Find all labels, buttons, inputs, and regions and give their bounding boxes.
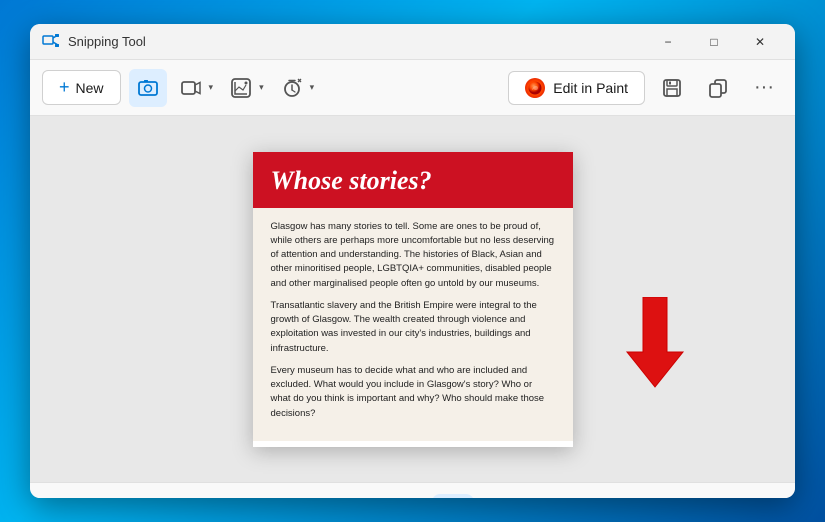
screenshot-header: Whose stories? [253, 152, 573, 208]
copy-button[interactable] [699, 69, 737, 107]
screenshot-body: Glasgow has many stories to tell. Some a… [253, 208, 573, 441]
redo-button[interactable] [582, 494, 624, 499]
save-button[interactable] [653, 69, 691, 107]
arrow-indicator [615, 297, 695, 402]
main-toolbar: + New ▾ [30, 60, 795, 116]
screenshot-preview: Whose stories? Glasgow has many stories … [253, 152, 573, 447]
paint-brush-icon [528, 81, 542, 95]
copy-icon [707, 77, 729, 99]
app-window: Snipping Tool − □ ✕ + New [30, 24, 795, 498]
plus-icon: + [59, 77, 70, 98]
timer-dropdown-arrow: ▾ [310, 82, 315, 93]
timer-button[interactable]: ▾ [276, 69, 319, 107]
highlighter-tool-button[interactable] [248, 494, 290, 499]
screenshot-mode-button[interactable] [129, 69, 167, 107]
freeform-icon [230, 77, 252, 99]
pen-tool-button[interactable] [202, 494, 244, 499]
edit-in-paint-label: Edit in Paint [553, 80, 628, 96]
screenshot-paragraph-1: Glasgow has many stories to tell. Some a… [271, 220, 555, 291]
title-bar-controls: − □ ✕ [645, 24, 783, 60]
video-dropdown-arrow: ▾ [209, 82, 214, 93]
text-extract-tool-button[interactable] [432, 494, 474, 499]
video-icon [180, 77, 202, 99]
eraser-tool-button[interactable] [294, 494, 336, 499]
undo-button[interactable] [536, 494, 578, 499]
more-options-button[interactable]: ··· [745, 69, 783, 107]
freeform-dropdown-arrow: ▾ [259, 82, 264, 93]
freeform-icon-area [225, 69, 257, 107]
save-icon [661, 77, 683, 99]
video-icon-area [175, 69, 207, 107]
screenshot-paragraph-3: Every museum has to decide what and who … [271, 364, 555, 421]
freeform-mode-button[interactable]: ▾ [225, 69, 268, 107]
toolbar-right: Edit in Paint ··· [508, 69, 783, 107]
crop-tool-button[interactable] [386, 494, 428, 499]
title-bar: Snipping Tool − □ ✕ [30, 24, 795, 60]
new-label: New [76, 80, 104, 96]
app-icon [42, 33, 60, 51]
camera-icon [137, 77, 159, 99]
timer-icon-area [276, 69, 308, 107]
minimize-button[interactable]: − [645, 24, 691, 60]
edit-in-paint-button[interactable]: Edit in Paint [508, 71, 645, 105]
window-title: Snipping Tool [68, 34, 645, 49]
screenshot-paragraph-2: Transatlantic slavery and the British Em… [271, 299, 555, 356]
close-button[interactable]: ✕ [737, 24, 783, 60]
maximize-button[interactable]: □ [691, 24, 737, 60]
red-arrow-icon [615, 297, 695, 397]
new-button[interactable]: + New [42, 70, 121, 105]
content-area: Whose stories? Glasgow has many stories … [30, 116, 795, 482]
screenshot-title: Whose stories? [271, 166, 555, 196]
ruler-tool-button[interactable] [340, 494, 382, 499]
screenshot-tool-button[interactable] [478, 494, 520, 499]
more-options-icon: ··· [754, 76, 774, 99]
bottom-toolbar [30, 482, 795, 498]
video-mode-button[interactable]: ▾ [175, 69, 218, 107]
timer-icon [281, 77, 303, 99]
paint-icon [525, 78, 545, 98]
